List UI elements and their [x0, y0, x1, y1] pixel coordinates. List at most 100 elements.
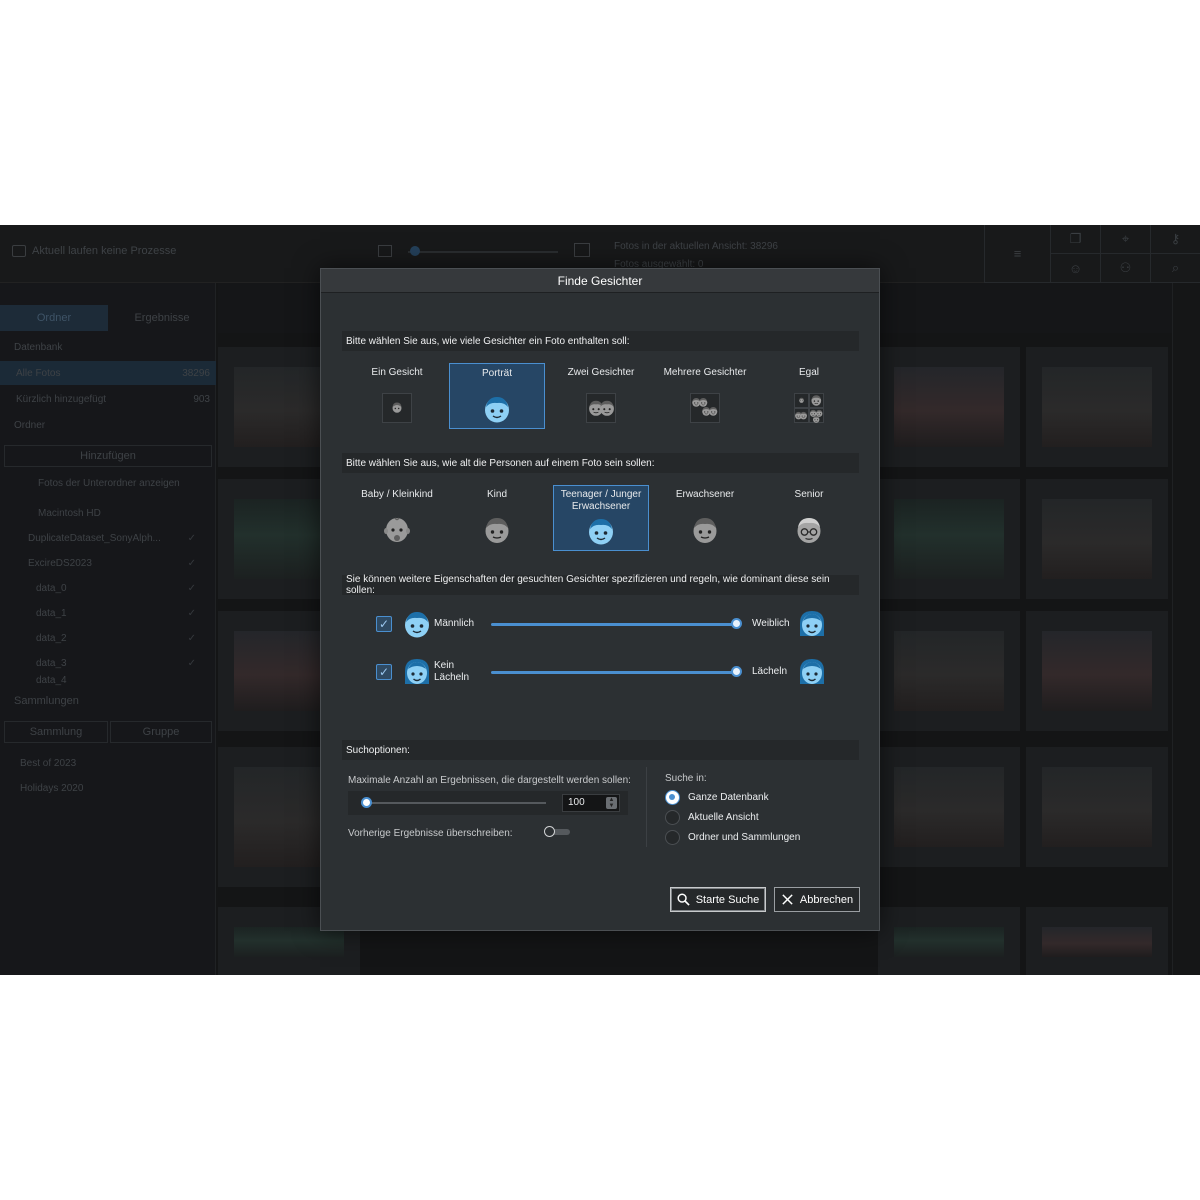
sidebar-item-all-photos[interactable]: Alle Fotos 38296	[0, 361, 216, 385]
folder-label: ExcireDS2023	[28, 557, 92, 569]
max-results-track[interactable]	[364, 802, 546, 804]
right-panel-collapsed[interactable]	[1172, 283, 1200, 975]
search-icon[interactable]: ⌕	[1150, 254, 1200, 283]
radio-whole-database[interactable]: Ganze Datenbank	[665, 790, 865, 806]
sidebar-item-recent[interactable]: Kürzlich hinzugefügt 903	[0, 387, 216, 411]
folder-item[interactable]: data_2 ✓	[0, 626, 216, 650]
add-collection-button[interactable]: Sammlung	[4, 721, 108, 743]
start-search-button[interactable]: Starte Suche	[670, 887, 766, 912]
collection-item[interactable]: Holidays 2020	[0, 776, 216, 800]
tab-results[interactable]: Ergebnisse	[108, 305, 216, 331]
thumbnail-size-track[interactable]	[408, 251, 558, 253]
overwrite-label: Vorherige Ergebnisse überschreiben:	[348, 828, 513, 839]
section-age: Bitte wählen Sie aus, wie alt die Person…	[342, 453, 859, 473]
single-small-face-icon	[382, 393, 412, 423]
radio-folders-collections[interactable]: Ordner und Sammlungen	[665, 830, 865, 846]
cancel-button[interactable]: Abbrechen	[774, 887, 860, 912]
any-faces-icon	[794, 393, 824, 423]
section-face-count: Bitte wählen Sie aus, wie viele Gesichte…	[342, 331, 859, 351]
add-collection-label: Sammlung	[29, 726, 83, 738]
location-icon[interactable]: ⌖	[1100, 225, 1150, 254]
smile-slider-track[interactable]	[491, 671, 740, 674]
folder-item[interactable]: DuplicateDataset_SonyAlph... ✓	[0, 526, 216, 550]
recent-count: 903	[193, 393, 210, 405]
folder-header-label: Ordner	[14, 419, 46, 431]
folder-item[interactable]: ExcireDS2023 ✓	[0, 551, 216, 575]
option-portrait[interactable]: Porträt	[449, 363, 545, 429]
photo-thumbnail[interactable]	[878, 611, 1020, 731]
collections-header[interactable]: Sammlungen	[0, 689, 216, 713]
folder-item[interactable]: data_4	[0, 673, 216, 687]
process-icon	[12, 245, 26, 257]
recent-label: Kürzlich hinzugefügt	[16, 393, 107, 405]
option-any[interactable]: Egal	[761, 363, 857, 429]
gender-slider-knob[interactable]	[731, 618, 742, 629]
option-adult[interactable]: Erwachsener	[657, 485, 753, 551]
no-smile-face-icon	[402, 657, 432, 687]
cancel-label: Abbrechen	[799, 893, 854, 906]
option-one-face[interactable]: Ein Gesicht	[349, 363, 445, 429]
gender-slider-track[interactable]	[491, 623, 740, 626]
add-group-button[interactable]: Gruppe	[110, 721, 212, 743]
radio-dot[interactable]	[665, 790, 680, 805]
smile-checkbox[interactable]: ✓	[376, 664, 392, 680]
photo-thumbnail[interactable]	[878, 347, 1020, 467]
sidebar-tabs: Ordner Ergebnisse	[0, 305, 216, 331]
dialog-title: Finde Gesichter	[321, 269, 879, 293]
max-results-knob[interactable]	[361, 797, 372, 808]
max-results-spinbox[interactable]: 100 ▲ ▼	[562, 794, 620, 812]
overwrite-toggle[interactable]	[544, 826, 570, 837]
radio-dot[interactable]	[665, 830, 680, 845]
start-search-label: Starte Suche	[695, 893, 760, 906]
photo-thumbnail[interactable]	[878, 479, 1020, 599]
tab-results-label: Ergebnisse	[134, 312, 190, 324]
people-icon[interactable]: ⚇	[1100, 254, 1150, 283]
attribute-smile-row: ✓ Kein Lächeln Lächeln	[342, 653, 859, 689]
photo-thumbnail[interactable]	[1026, 907, 1168, 975]
overwrite-toggle-knob[interactable]	[544, 826, 555, 837]
database-header[interactable]: Datenbank	[0, 335, 216, 359]
folder-item[interactable]: data_1 ✓	[0, 601, 216, 625]
option-senior[interactable]: Senior	[761, 485, 857, 551]
max-results-group: Maximale Anzahl an Ergebnissen, die darg…	[348, 765, 638, 855]
folder-item[interactable]: data_3 ✓	[0, 651, 216, 675]
face-icon[interactable]: ☺	[1050, 254, 1100, 283]
tab-folders[interactable]: Ordner	[0, 305, 108, 331]
photo-thumbnail[interactable]	[878, 747, 1020, 867]
photo-thumbnail[interactable]	[1026, 347, 1168, 467]
show-subfolders-toggle[interactable]: Fotos der Unterordner anzeigen	[0, 471, 216, 495]
sidebar: Ordner Ergebnisse Datenbank Alle Fotos 3…	[0, 283, 216, 975]
smile-slider-knob[interactable]	[731, 666, 742, 677]
collection-item[interactable]: Best of 2023	[0, 751, 216, 775]
thumbnail-size-slider[interactable]	[378, 243, 590, 259]
smile-label: Lächeln	[752, 666, 788, 677]
photo-thumbnail[interactable]	[878, 907, 1020, 975]
option-child[interactable]: Kind	[449, 485, 545, 551]
option-two-faces[interactable]: Zwei Gesichter	[553, 363, 649, 429]
option-multiple-faces[interactable]: Mehrere Gesichter	[657, 363, 753, 429]
radio-current-view[interactable]: Aktuelle Ansicht	[665, 810, 865, 826]
thumbnail-size-knob[interactable]	[410, 246, 420, 256]
duplicates-icon[interactable]: ❐	[1050, 225, 1100, 254]
photo-thumbnail[interactable]	[1026, 611, 1168, 731]
attribute-gender-row: ✓ Männlich Weiblich	[342, 605, 859, 641]
close-icon	[782, 894, 793, 905]
folder-label: DuplicateDataset_SonyAlph...	[28, 532, 161, 544]
collection-label: Holidays 2020	[20, 782, 84, 794]
folder-item[interactable]: data_0 ✓	[0, 576, 216, 600]
keywords-icon[interactable]: ⚷	[1150, 225, 1200, 254]
folder-header[interactable]: Ordner	[0, 413, 216, 437]
option-baby[interactable]: Baby / Kleinkind	[349, 485, 445, 551]
volume-item[interactable]: Macintosh HD	[0, 501, 216, 525]
option-adult-label: Erwachsener	[675, 489, 735, 500]
radio-dot[interactable]	[665, 810, 680, 825]
spin-arrows-icon[interactable]: ▲ ▼	[606, 797, 617, 809]
photo-thumbnail[interactable]	[1026, 479, 1168, 599]
add-folder-button[interactable]: Hinzufügen	[4, 445, 212, 467]
add-folder-label: Hinzufügen	[80, 450, 136, 462]
option-teen[interactable]: Teenager / Junger Erwachsener	[553, 485, 649, 551]
option-any-label: Egal	[798, 367, 819, 378]
edit-list-icon[interactable]: ≡	[984, 225, 1050, 283]
photo-thumbnail[interactable]	[1026, 747, 1168, 867]
gender-checkbox[interactable]: ✓	[376, 616, 392, 632]
